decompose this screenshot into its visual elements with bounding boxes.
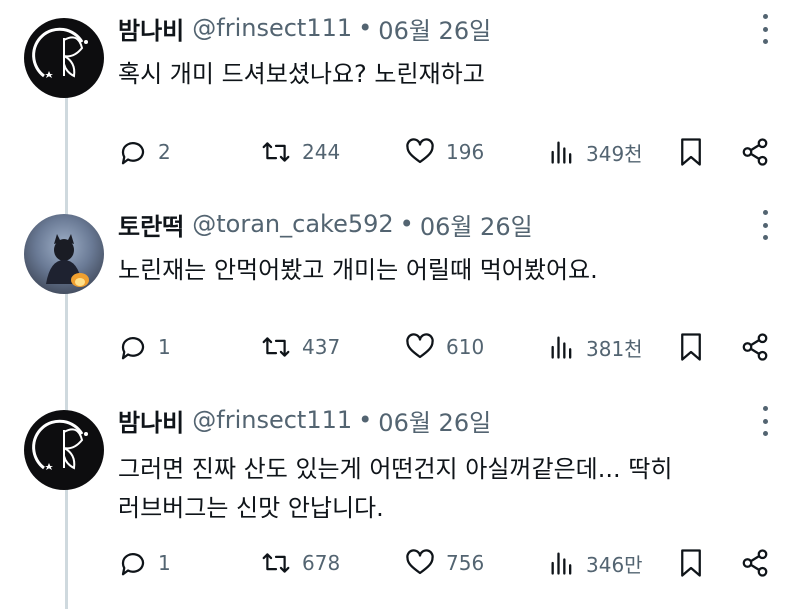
retweet-count: 244: [302, 140, 341, 164]
tweet-header: 토란떡 @toran_cake592 • 06월 26일: [118, 206, 533, 242]
share-icon: [742, 549, 768, 577]
more-icon[interactable]: [760, 210, 770, 240]
views-icon: [551, 552, 572, 575]
action-bar: 1 678 756 346만: [118, 543, 778, 583]
timestamp[interactable]: 06월 26일: [378, 403, 491, 438]
action-bar: 2 244 196 349천: [118, 132, 778, 172]
like-icon: [406, 138, 434, 164]
separator-dot: •: [399, 210, 414, 238]
like-button[interactable]: 756: [404, 543, 484, 583]
views-button[interactable]: 381천: [548, 327, 643, 367]
reply-count: 2: [158, 140, 171, 164]
reply-button[interactable]: 2: [118, 132, 171, 172]
retweet-button[interactable]: 437: [260, 327, 340, 367]
reply-button[interactable]: 1: [118, 327, 171, 367]
share-icon: [742, 333, 768, 361]
handle[interactable]: @toran_cake592: [192, 210, 393, 238]
tweet-text-line: 그러면 진짜 산도 있는게 어떤건지 아실꺼같은데... 딱히: [118, 455, 673, 483]
views-icon: [551, 141, 572, 164]
tweet-text-line: 노린재는 안먹어봤고 개미는 어릴때 먹어봤어요.: [118, 256, 598, 284]
display-name[interactable]: 밤나비: [118, 11, 184, 46]
timestamp[interactable]: 06월 26일: [420, 207, 533, 242]
bookmark-button[interactable]: [678, 132, 704, 172]
bookmark-button[interactable]: [678, 543, 704, 583]
view-count: 346만: [586, 552, 643, 577]
view-count: 349천: [586, 141, 643, 166]
like-icon: [406, 549, 434, 575]
like-count: 610: [446, 335, 485, 359]
reply-icon: [121, 337, 145, 360]
views-button[interactable]: 349천: [548, 132, 643, 172]
view-count: 381천: [586, 336, 643, 361]
share-icon: [742, 138, 768, 166]
share-button[interactable]: [740, 327, 770, 367]
more-icon[interactable]: [760, 14, 770, 44]
reply-button[interactable]: 1: [118, 543, 171, 583]
avatar[interactable]: [24, 214, 104, 294]
timestamp[interactable]: 06월 26일: [378, 11, 491, 46]
retweet-icon: [262, 337, 290, 357]
retweet-icon: [262, 553, 290, 573]
share-button[interactable]: [740, 132, 770, 172]
reply-icon: [121, 142, 145, 165]
avatar[interactable]: [24, 18, 104, 98]
retweet-button[interactable]: 244: [260, 132, 340, 172]
tweet-text-line: 러브버그는 신맛 안납니다.: [118, 494, 384, 522]
tweet-text-line: 혹시 개미 드셔보셨나요? 노린재하고: [118, 60, 485, 88]
handle[interactable]: @frinsect111: [192, 406, 352, 434]
bookmark-button[interactable]: [678, 327, 704, 367]
like-button[interactable]: 196: [404, 132, 484, 172]
more-icon[interactable]: [760, 406, 770, 436]
bookmark-icon: [681, 333, 701, 361]
action-bar: 1 437 610 381천: [118, 327, 778, 367]
bookmark-icon: [681, 549, 701, 577]
bookmark-icon: [681, 138, 701, 166]
display-name[interactable]: 밤나비: [118, 403, 184, 438]
reply-icon: [121, 553, 145, 576]
retweet-icon: [262, 142, 290, 162]
like-count: 756: [446, 551, 485, 575]
tweet-3[interactable]: 밤나비 @frinsect111 • 06월 26일 그러면 진짜 산도 있는게…: [0, 392, 800, 609]
share-button[interactable]: [740, 543, 770, 583]
retweet-button[interactable]: 678: [260, 543, 340, 583]
avatar[interactable]: [24, 410, 104, 490]
reply-count: 1: [158, 551, 171, 575]
tweet-header: 밤나비 @frinsect111 • 06월 26일: [118, 10, 491, 46]
separator-dot: •: [358, 14, 373, 42]
retweet-count: 678: [302, 551, 341, 575]
tweet-2[interactable]: 토란떡 @toran_cake592 • 06월 26일 노린재는 안먹어봤고 …: [0, 196, 800, 392]
tweet-header: 밤나비 @frinsect111 • 06월 26일: [118, 402, 491, 438]
tweet-text: 그러면 진짜 산도 있는게 어떤건지 아실꺼같은데... 딱히 러브버그는 신맛…: [118, 450, 778, 528]
like-icon: [406, 333, 434, 359]
retweet-count: 437: [302, 335, 341, 359]
views-icon: [551, 336, 572, 359]
tweet-1[interactable]: 밤나비 @frinsect111 • 06월 26일 혹시 개미 드셔보셨나요?…: [0, 0, 800, 196]
like-count: 196: [446, 140, 485, 164]
tweet-text: 혹시 개미 드셔보셨나요? 노린재하고: [118, 56, 778, 93]
separator-dot: •: [358, 406, 373, 434]
display-name[interactable]: 토란떡: [118, 207, 184, 242]
reply-count: 1: [158, 335, 171, 359]
views-button[interactable]: 346만: [548, 543, 643, 583]
tweet-text: 노린재는 안먹어봤고 개미는 어릴때 먹어봤어요.: [118, 252, 778, 289]
like-button[interactable]: 610: [404, 327, 484, 367]
handle[interactable]: @frinsect111: [192, 14, 352, 42]
